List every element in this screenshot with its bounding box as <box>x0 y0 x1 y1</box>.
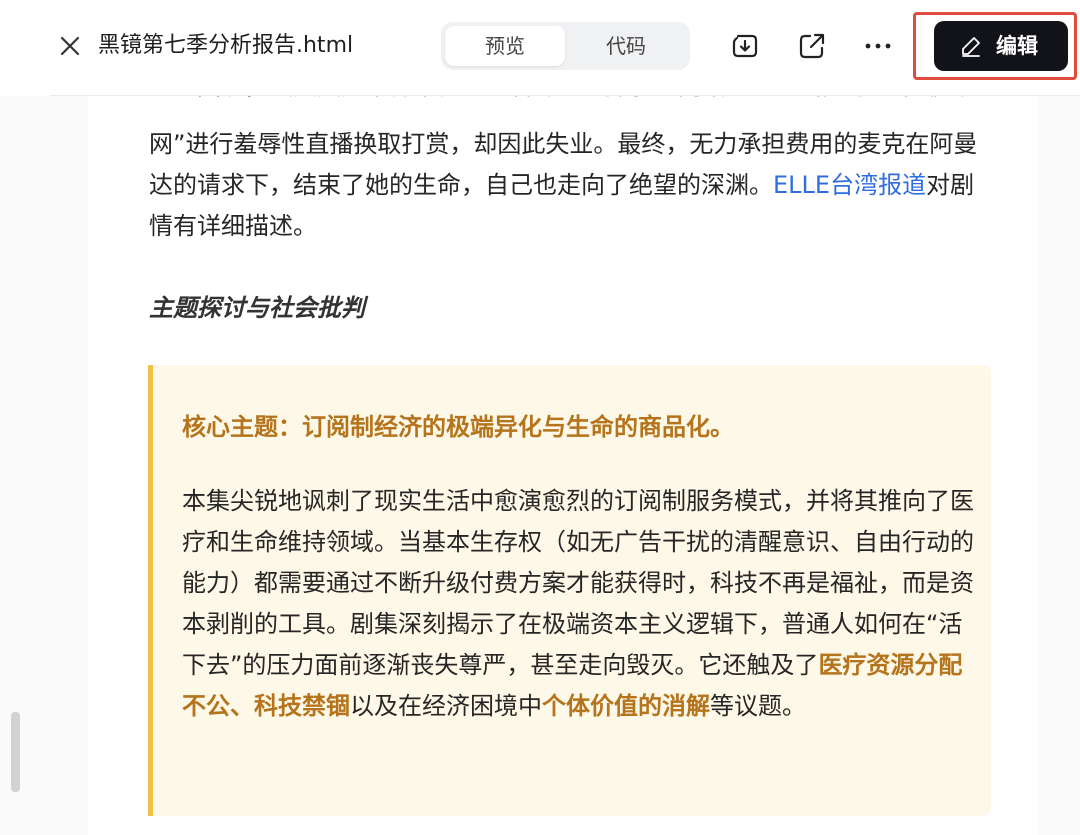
scrollbar-thumb[interactable] <box>11 712 20 792</box>
page: 经济困境，丈夫麦克不得不在一个名为“羞辱网”的网站上通过出卖尊严来赚钱 网”进行… <box>0 0 1080 835</box>
view-toggle: 预览 代码 <box>441 22 690 70</box>
core-theme-callout: 核心主题：订阅制经济的极端异化与生命的商品化。 本集尖锐地讽刺了现实生活中愈演愈… <box>148 365 991 816</box>
header-divider <box>50 95 1080 96</box>
file-title: 黑镜第七季分析报告.html <box>98 33 354 58</box>
callout-title: 核心主题：订阅制经济的极端异化与生命的商品化。 <box>182 413 734 441</box>
close-icon <box>60 36 80 56</box>
more-button[interactable] <box>862 30 894 62</box>
download-icon <box>732 34 758 58</box>
callout-body: 本集尖锐地讽刺了现实生活中愈演愈烈的订阅制服务模式，并将其推向了医疗和生命维持领… <box>182 481 982 727</box>
elle-taiwan-link[interactable]: ELLE台湾报道 <box>773 171 926 199</box>
section-subheading: 主题探讨与社会批判 <box>149 294 365 322</box>
callout-body-text: 等议题。 <box>710 692 806 720</box>
edit-button[interactable]: 编辑 <box>934 21 1068 71</box>
callout-highlight: 个体价值的消解 <box>542 692 710 720</box>
callout-body-text: 以及在经济困境中 <box>350 692 542 720</box>
edit-pencil-icon <box>962 37 980 57</box>
share-icon <box>799 33 825 59</box>
tab-code[interactable]: 代码 <box>566 26 686 66</box>
close-button[interactable] <box>58 34 82 58</box>
plot-paragraph: 网”进行羞辱性直播换取打赏，却因此失业。最终，无力承担费用的麦克在阿曼达的请求下… <box>149 124 995 247</box>
more-icon <box>865 43 891 49</box>
header-bar: 黑镜第七季分析报告.html 预览 代码 编辑 <box>0 0 1080 95</box>
tab-preview[interactable]: 预览 <box>445 26 565 66</box>
download-button[interactable] <box>729 30 761 62</box>
edit-button-label: 编辑 <box>996 34 1038 58</box>
share-button[interactable] <box>796 30 828 62</box>
